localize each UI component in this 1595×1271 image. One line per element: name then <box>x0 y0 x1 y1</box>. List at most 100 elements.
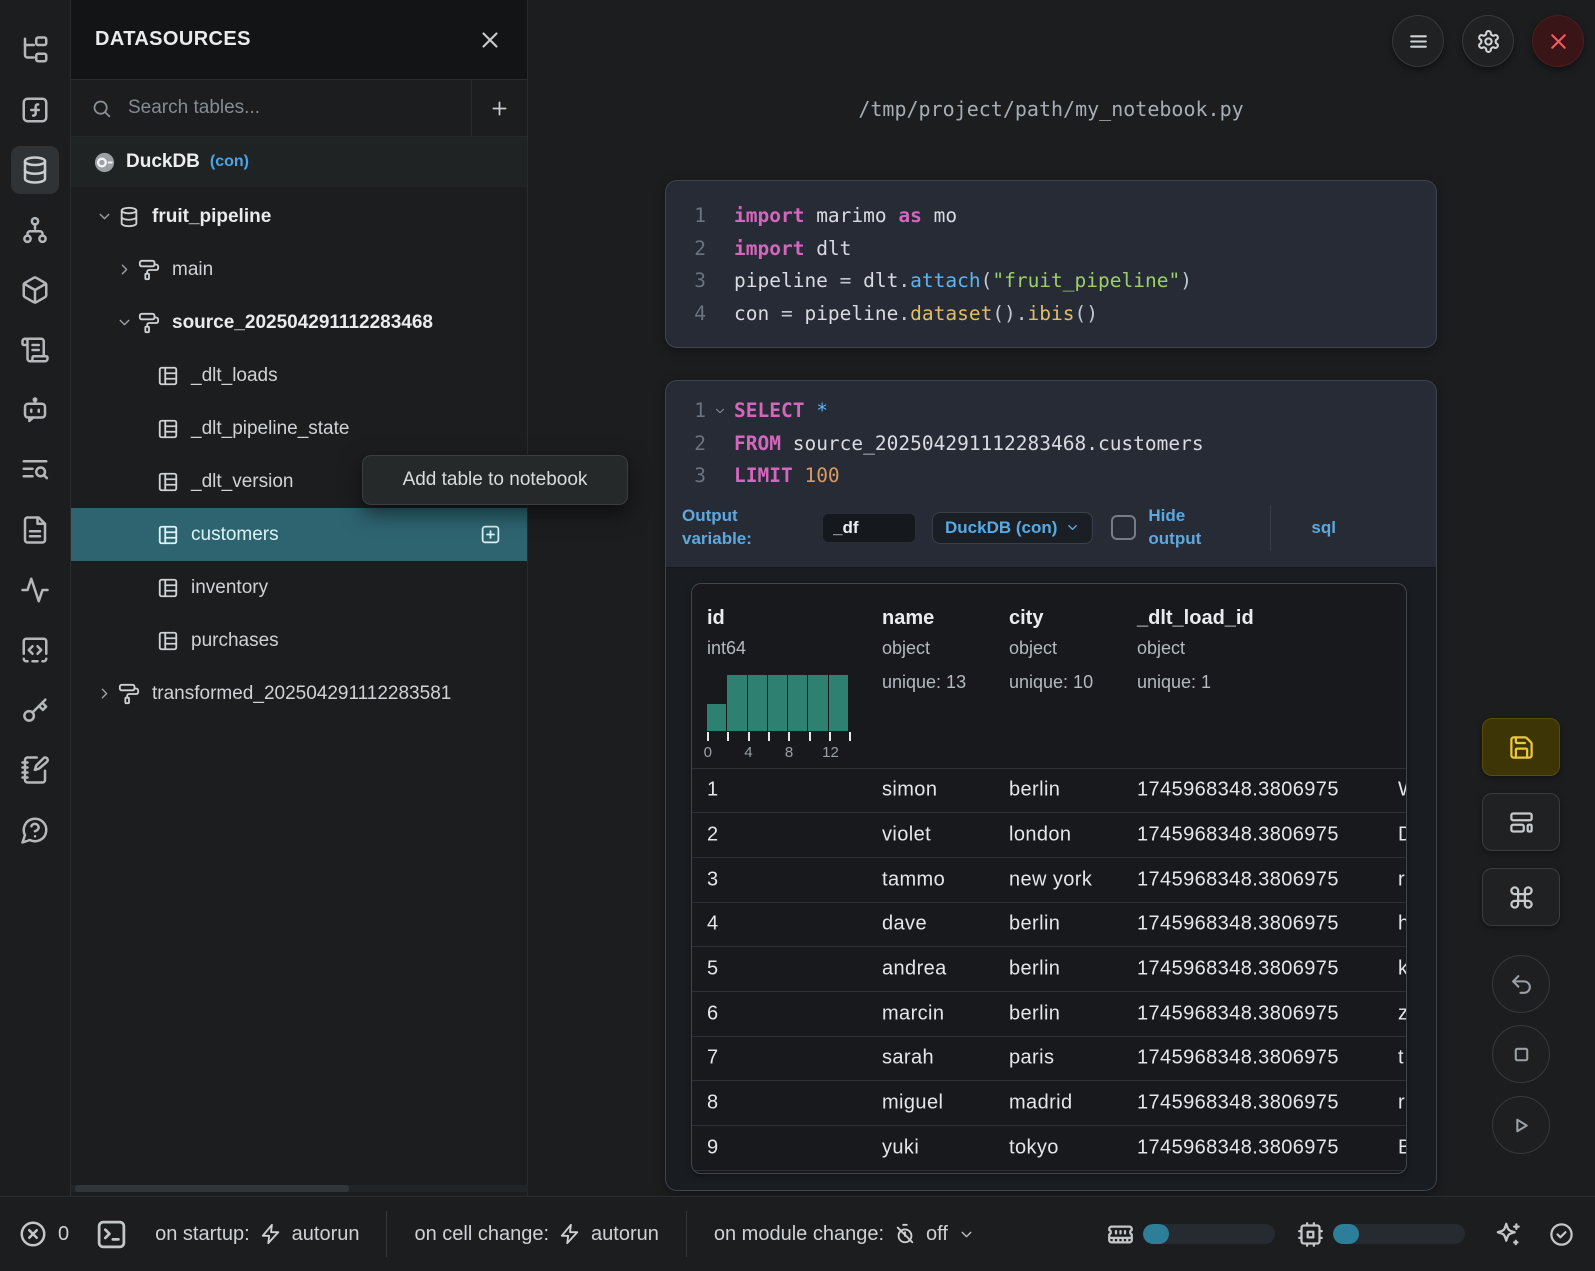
terminal-button[interactable] <box>95 1218 128 1251</box>
error-indicator[interactable]: 0 <box>18 1219 69 1249</box>
panel-scrollbar-track <box>71 1185 528 1192</box>
table-row[interactable]: 6marcinberlin1745968348.3806975z <box>692 991 1406 1036</box>
panel-scrollbar-thumb[interactable] <box>75 1185 349 1192</box>
language-badge[interactable]: sql <box>1311 518 1336 538</box>
tree-item-label: fruit_pipeline <box>152 206 271 228</box>
tree-item-_dlt_loads[interactable]: _dlt_loads <box>71 349 527 402</box>
table-row[interactable]: 8miguelmadrid1745968348.3806975r <box>692 1080 1406 1125</box>
activity-item-scroll-text[interactable] <box>11 326 59 374</box>
column-header-city[interactable]: cityobjectunique: 10 <box>1009 606 1093 693</box>
menu-icon <box>1406 29 1431 54</box>
shutdown-button[interactable] <box>1532 15 1584 67</box>
table-icon <box>157 524 179 546</box>
activity-item-folder-tree[interactable] <box>11 26 59 74</box>
chevron-down-icon[interactable] <box>92 208 116 225</box>
table-row[interactable]: 9yukitokyo1745968348.3806975B <box>692 1125 1406 1170</box>
line-number: 2 <box>666 428 706 461</box>
help-bubble-icon <box>20 815 50 845</box>
engine-select[interactable]: DuckDB (con) <box>932 512 1093 544</box>
table-cell: 1745968348.3806975 <box>1137 1092 1339 1115</box>
tree-item-inventory[interactable]: inventory <box>71 561 527 614</box>
table-row[interactable]: 5andreaberlin1745968348.3806975k <box>692 946 1406 991</box>
table-row[interactable]: 1simonberlin1745968348.3806975W <box>692 768 1406 813</box>
tree-item-transformed_202504291112283581[interactable]: transformed_202504291112283581 <box>71 667 527 720</box>
tree-item-label: transformed_202504291112283581 <box>152 683 451 705</box>
on-startup-setting[interactable]: on startup: autorun <box>155 1223 359 1246</box>
sparkles-icon[interactable] <box>1495 1221 1522 1248</box>
stop-button[interactable] <box>1492 1025 1550 1083</box>
activity-item-square-function[interactable] <box>11 86 59 134</box>
sql-cell-footer: Output variable: DuckDB (con) Hide outpu… <box>666 493 1436 567</box>
table-row[interactable]: 4daveberlin1745968348.3806975h <box>692 902 1406 947</box>
activity-item-network[interactable] <box>11 206 59 254</box>
activity-item-square-code[interactable] <box>11 626 59 674</box>
python-cell[interactable]: 1import marimo as mo2import dlt3pipeline… <box>665 180 1437 348</box>
database-icon <box>118 206 140 228</box>
connection-row[interactable]: DuckDB (con) <box>71 137 527 187</box>
command-palette-button[interactable] <box>1482 868 1560 926</box>
connection-engine: DuckDB <box>126 151 200 173</box>
table-cell: 1 <box>707 779 719 802</box>
hide-output-checkbox[interactable] <box>1111 515 1136 540</box>
table-cell: berlin <box>1009 779 1060 802</box>
tree-item-purchases[interactable]: purchases <box>71 614 527 667</box>
chevron-right-icon[interactable] <box>112 261 136 278</box>
line-number: 3 <box>666 460 706 493</box>
tree-item-_dlt_pipeline_state[interactable]: _dlt_pipeline_state <box>71 402 527 455</box>
tree-item-source_202504291112283468[interactable]: source_202504291112283468 <box>71 296 527 349</box>
table-row[interactable]: 3tammonew york1745968348.3806975r <box>692 857 1406 902</box>
notebook-pen-icon <box>20 755 50 785</box>
table-row[interactable]: 2violetlondon1745968348.3806975D <box>692 812 1406 857</box>
sql-cell[interactable]: 1SELECT *2FROM source_202504291112283468… <box>665 380 1437 1191</box>
undo-button[interactable] <box>1492 955 1550 1013</box>
activity-item-file-text[interactable] <box>11 506 59 554</box>
search-input[interactable] <box>126 96 471 120</box>
menu-button[interactable] <box>1392 15 1444 67</box>
chevron-right-icon[interactable] <box>92 685 116 702</box>
table-cell: k <box>1398 958 1407 981</box>
layout-button[interactable] <box>1482 793 1560 851</box>
column-header-name[interactable]: nameobjectunique: 13 <box>882 606 966 693</box>
column-name: city <box>1009 606 1093 630</box>
chevron-down-icon[interactable] <box>112 314 136 331</box>
column-header-id[interactable]: idint6404812 <box>707 606 851 762</box>
close-panel-button[interactable] <box>477 27 503 53</box>
activity-item-help-bubble[interactable] <box>11 806 59 854</box>
on-startup-label: on startup: <box>155 1223 250 1246</box>
column-name: name <box>882 606 966 630</box>
activity-item-notebook-pen[interactable] <box>11 746 59 794</box>
activity-item-activity[interactable] <box>11 566 59 614</box>
tree-item-customers[interactable]: customers <box>71 508 527 561</box>
table-cell: r <box>1398 1092 1405 1115</box>
activity-item-bot[interactable] <box>11 386 59 434</box>
activity-item-box[interactable] <box>11 266 59 314</box>
on-cell-change-setting[interactable]: on cell change: autorun <box>414 1223 658 1246</box>
on-module-change-setting[interactable]: on module change: off <box>714 1223 975 1246</box>
on-module-change-value: off <box>926 1223 948 1246</box>
activity-item-list-search[interactable] <box>11 446 59 494</box>
add-table-to-notebook-button[interactable] <box>480 524 501 545</box>
add-datasource-button[interactable] <box>471 80 527 136</box>
tree-item-main[interactable]: main <box>71 243 527 296</box>
activity-item-database[interactable] <box>11 146 59 194</box>
activity-item-key[interactable] <box>11 686 59 734</box>
table-cell: berlin <box>1009 1002 1060 1025</box>
table-cell: t <box>1398 1047 1404 1070</box>
on-module-change-label: on module change: <box>714 1223 884 1246</box>
result-table-body: 1simonberlin1745968348.3806975W2violetlo… <box>692 768 1406 1174</box>
roller-icon <box>138 259 160 281</box>
save-button[interactable] <box>1482 718 1560 776</box>
column-header-_dlt_load_id[interactable]: _dlt_load_idobjectunique: 1 <box>1137 606 1254 693</box>
settings-button[interactable] <box>1462 15 1514 67</box>
table-row[interactable]: 7sarahparis1745968348.3806975t <box>692 1036 1406 1081</box>
check-circle-icon[interactable] <box>1548 1221 1575 1248</box>
tree-item-fruit_pipeline[interactable]: fruit_pipeline <box>71 190 527 243</box>
connection-variable: (con) <box>210 153 249 171</box>
run-button[interactable] <box>1492 1096 1550 1154</box>
sql-code-editor[interactable]: 1SELECT *2FROM source_202504291112283468… <box>666 381 1436 493</box>
fold-chevron-icon[interactable] <box>706 395 734 428</box>
python-code-editor[interactable]: 1import marimo as mo2import dlt3pipeline… <box>666 181 1436 330</box>
notebook-path[interactable]: /tmp/project/path/my_notebook.py <box>665 97 1437 121</box>
output-variable-input[interactable] <box>822 513 916 543</box>
tree-item-label: customers <box>191 524 279 546</box>
